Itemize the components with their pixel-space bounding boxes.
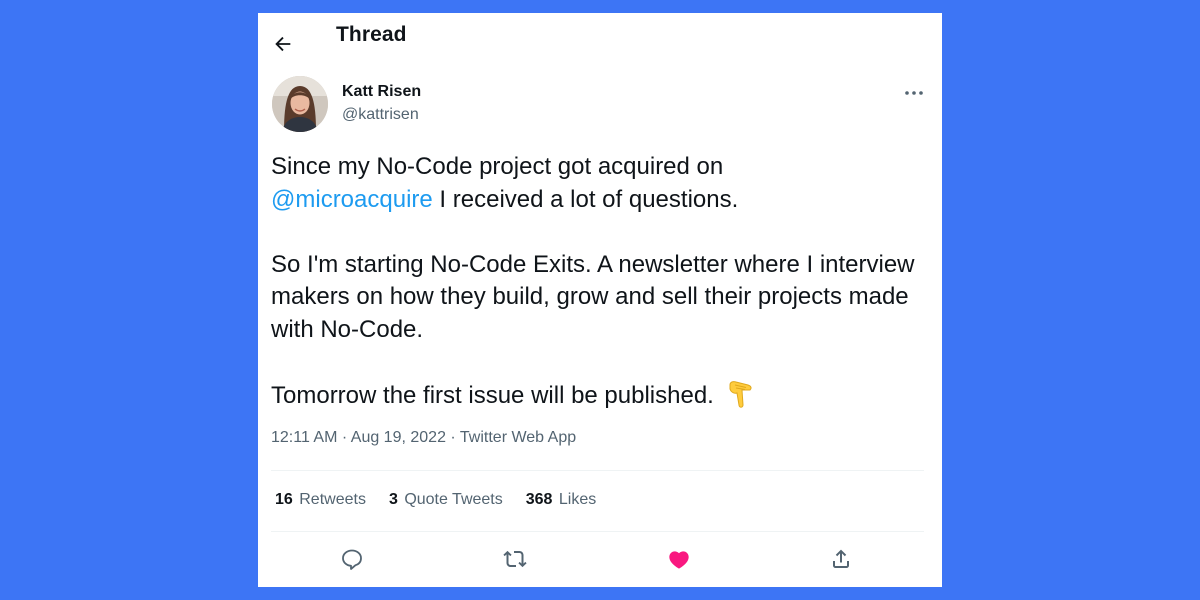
author-name[interactable]: Katt Risen	[342, 83, 421, 101]
like-button[interactable]	[667, 547, 691, 571]
reply-button[interactable]	[340, 547, 364, 571]
more-dots-icon	[905, 91, 923, 95]
quote-tweets-label: Quote Tweets	[404, 491, 503, 508]
tweet-meta: 12:11 AM · Aug 19, 2022 · Twitter Web Ap…	[271, 429, 576, 447]
tweet-text: Since my No-Code project got acquired on…	[271, 151, 931, 418]
tweet-time[interactable]: 12:11 AM	[271, 429, 337, 446]
tweet-card: Thread Katt Risen @kattrisen Since my No…	[258, 13, 942, 587]
retweets-count: 16	[275, 491, 293, 508]
tweet-paragraph-1: Since my No-Code project got acquired on…	[271, 151, 931, 216]
tweet-actions	[258, 543, 942, 573]
avatar[interactable]	[272, 76, 328, 132]
share-button[interactable]	[829, 547, 853, 571]
share-icon	[833, 549, 849, 568]
tweet-text-line1-after: I received a lot of questions.	[432, 185, 739, 213]
quote-tweets-stat[interactable]: 3 Quote Tweets	[389, 491, 503, 509]
more-button[interactable]	[902, 83, 926, 103]
tweet-paragraph-3: Tomorrow the first issue will be publish…	[271, 379, 931, 419]
likes-label: Likes	[558, 491, 597, 508]
meta-separator: ·	[341, 429, 348, 446]
tweet-text-line1: Since my No-Code project got acquired on	[271, 153, 724, 180]
retweets-label: Retweets	[299, 491, 366, 508]
divider	[271, 531, 924, 532]
retweet-icon	[503, 550, 527, 568]
thread-header: Thread	[258, 13, 942, 55]
page-title: Thread	[336, 23, 407, 46]
author-handle[interactable]: @kattrisen	[342, 106, 419, 124]
retweets-stat[interactable]: 16 Retweets	[275, 491, 366, 509]
arrow-left-icon	[275, 36, 291, 52]
mention-link[interactable]: @microacquire	[271, 186, 433, 213]
tweet-stats: 16 Retweets 3 Quote Tweets 368 Likes	[275, 491, 619, 509]
pointing-down-emoji-icon	[726, 379, 754, 419]
tweet-source[interactable]: Twitter Web App	[460, 429, 576, 446]
tweet-date[interactable]: Aug 19, 2022	[351, 429, 446, 446]
retweet-button[interactable]	[503, 547, 527, 571]
avatar-photo	[272, 76, 328, 132]
tweet-paragraph-2: So I'm starting No-Code Exits. A newslet…	[271, 250, 915, 343]
quote-tweets-count: 3	[388, 491, 398, 508]
meta-separator: ·	[450, 429, 456, 446]
back-button[interactable]	[272, 33, 296, 55]
divider	[271, 470, 924, 471]
likes-count: 368	[525, 491, 553, 508]
tweet-text-line3: Tomorrow the first issue will be publish…	[271, 381, 714, 409]
reply-icon	[342, 549, 362, 570]
likes-stat[interactable]: 368 Likes	[526, 491, 597, 509]
heart-filled-icon	[669, 551, 689, 569]
